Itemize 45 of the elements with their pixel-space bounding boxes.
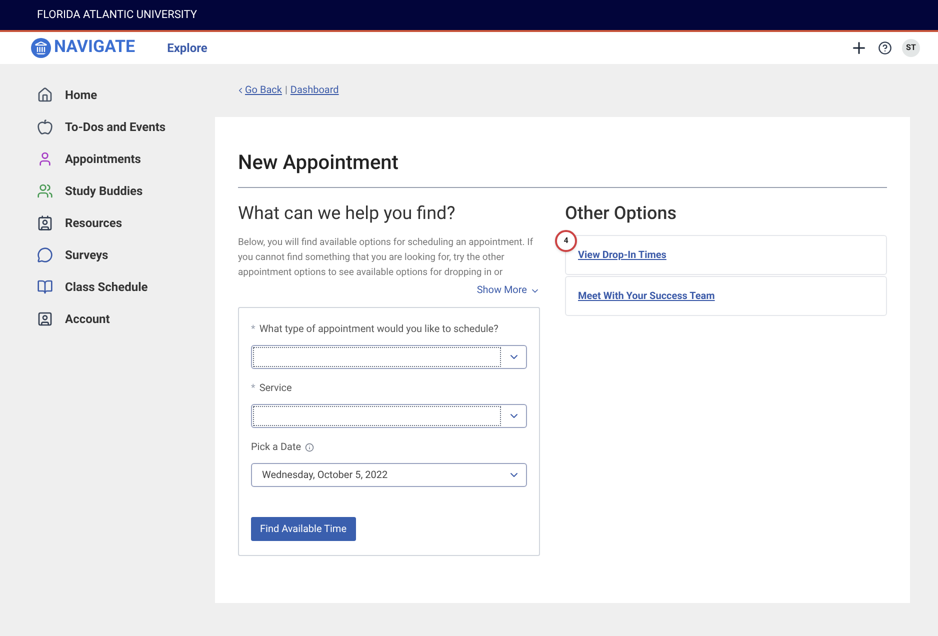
book-icon bbox=[37, 278, 53, 294]
help-icon[interactable] bbox=[878, 41, 892, 55]
dropdown-field[interactable] bbox=[251, 404, 527, 428]
apple-icon bbox=[37, 118, 53, 134]
sidebar-item[interactable]: Resources bbox=[37, 212, 215, 233]
sidebar-item[interactable]: Appointments bbox=[37, 148, 215, 169]
person-icon bbox=[37, 150, 53, 166]
show-more-button[interactable]: Show More bbox=[476, 283, 540, 298]
sidebar-item[interactable]: Study Buddies bbox=[37, 180, 215, 201]
sidebar-item[interactable]: Surveys bbox=[37, 244, 215, 265]
field-label: Service bbox=[259, 382, 292, 396]
university-name: FLORIDA ATLANTIC UNIVERSITY bbox=[37, 6, 198, 23]
sidebar-item[interactable]: Class Schedule bbox=[37, 276, 215, 297]
info-icon bbox=[305, 443, 314, 452]
required-mark: * bbox=[251, 382, 256, 396]
user-avatar[interactable]: ST bbox=[902, 39, 920, 57]
back-chevron-icon bbox=[236, 86, 245, 95]
explore-link[interactable]: Explore bbox=[167, 39, 208, 57]
brand-name: NAVIGATE bbox=[54, 36, 136, 60]
sidebar-item[interactable]: Home bbox=[37, 84, 215, 105]
user-square-icon bbox=[37, 310, 53, 326]
go-back-link[interactable]: Go Back bbox=[245, 83, 282, 98]
contact-card-icon bbox=[37, 214, 53, 230]
field-label: What type of appointment would you like to schedule? bbox=[259, 323, 498, 337]
dropdown-field[interactable] bbox=[251, 345, 527, 369]
section-heading: Other Options bbox=[565, 202, 678, 226]
section-heading: What can we help you find? bbox=[238, 202, 456, 226]
dashboard-link[interactable]: Dashboard bbox=[290, 83, 339, 98]
callout-badge: 4 bbox=[555, 230, 577, 252]
add-icon[interactable] bbox=[850, 39, 868, 57]
house-icon bbox=[37, 86, 53, 102]
find-available-time-button[interactable]: Find Available Time bbox=[251, 517, 356, 541]
option-link[interactable]: Meet With Your Success Team bbox=[578, 288, 715, 304]
logo-icon bbox=[31, 38, 51, 58]
description-text: Below, you will find available options for scheduling an appointment. If you cannot find something that you are looking for, try the other appointment options to see available options for dropping in or bbox=[238, 236, 534, 280]
breadcrumb-separator: | bbox=[284, 84, 288, 98]
people-icon bbox=[37, 182, 53, 198]
option-link[interactable]: View Drop-In Times bbox=[578, 248, 666, 262]
speech-bubble-icon bbox=[37, 246, 53, 262]
sidebar-item[interactable]: Account bbox=[37, 308, 215, 329]
sidebar-item[interactable]: To-Dos and Events bbox=[37, 116, 215, 137]
required-mark: * bbox=[251, 323, 256, 337]
dropdown-field[interactable]: Wednesday, October 5, 2022 bbox=[251, 463, 527, 487]
field-label: Pick a Date bbox=[251, 441, 302, 455]
page-title: New Appointment bbox=[238, 147, 887, 188]
